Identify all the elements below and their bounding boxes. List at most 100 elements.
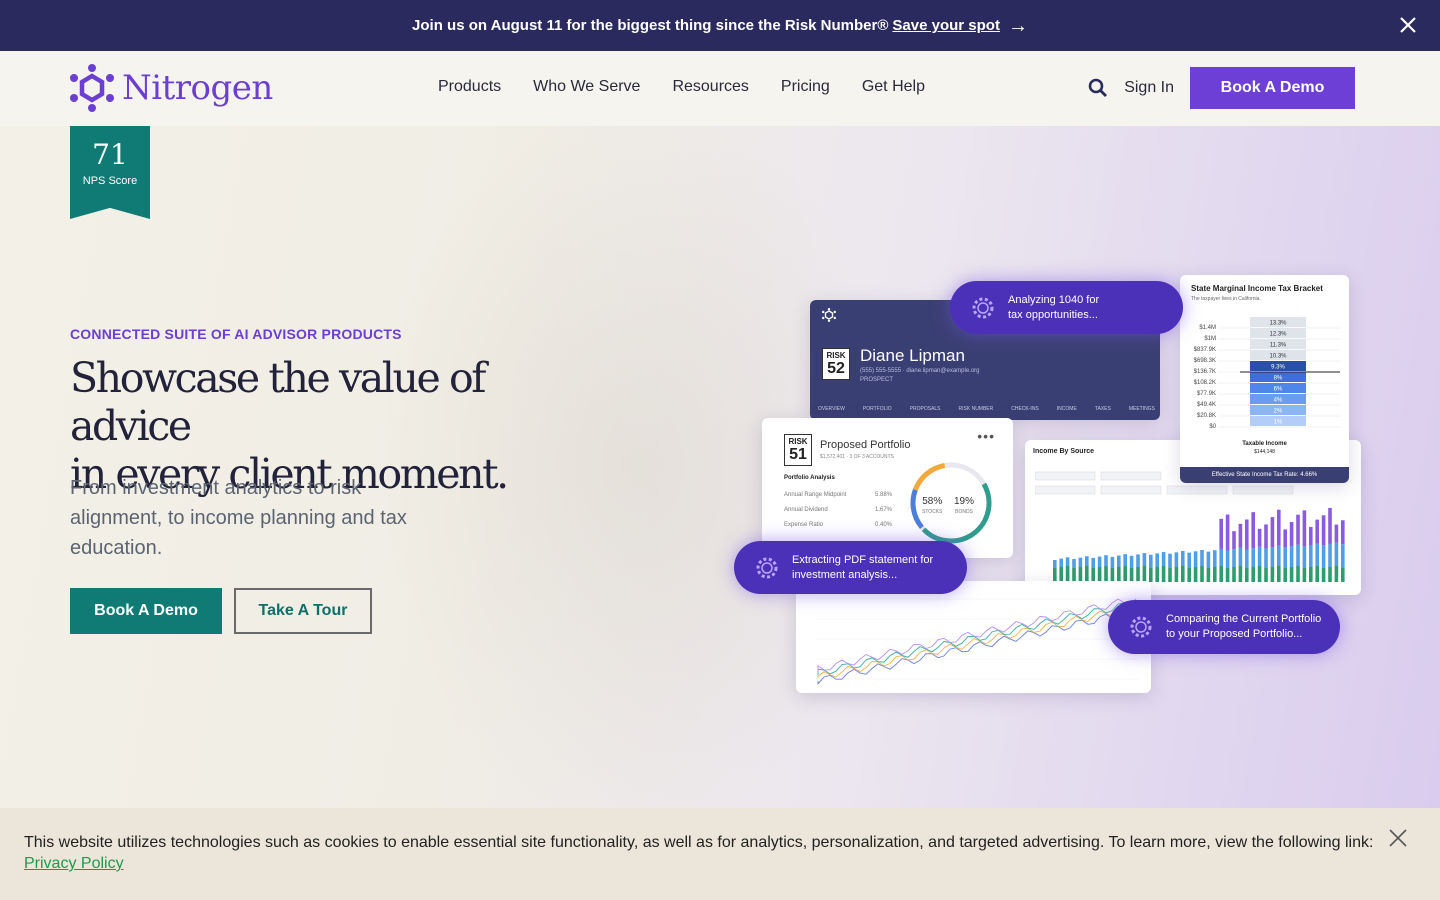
- income-bar-green: [1270, 567, 1275, 582]
- income-bar-green: [1097, 567, 1102, 582]
- tab-risk-number: RISK NUMBER: [958, 406, 994, 412]
- tab-proposals: PROPOSALS: [909, 406, 941, 412]
- income-bar-blue: [1053, 560, 1057, 568]
- book-demo-nav-button[interactable]: Book A Demo: [1190, 67, 1355, 109]
- logo-text: Nitrogen: [122, 68, 273, 108]
- row-label: Expense Ratio: [784, 522, 824, 528]
- income-bar-blue: [1257, 546, 1262, 566]
- income-bar-purple: [1283, 529, 1287, 548]
- taxable-value: $144,148: [1254, 449, 1275, 455]
- nitrogen-logo[interactable]: Nitrogen: [70, 63, 273, 113]
- income-bar-green: [1161, 566, 1166, 582]
- portfolio-risk-badge: RISK 51: [784, 434, 812, 466]
- nav-products[interactable]: Products: [438, 78, 501, 96]
- tax-rate-label: 4%: [1274, 398, 1283, 404]
- income-bar-blue: [1270, 547, 1275, 567]
- save-spot-link[interactable]: Save your spot: [892, 17, 1000, 34]
- income-bar-green: [1257, 566, 1262, 582]
- pill-line: Comparing the Current Portfolio: [1166, 613, 1322, 625]
- tax-bracket-card: State Marginal Income Tax Bracket The ta…: [1180, 275, 1349, 483]
- tab-taxes: TAXES: [1094, 406, 1111, 412]
- tab-check-ins: CHECK-INS: [1011, 406, 1039, 412]
- book-demo-button[interactable]: Book A Demo: [70, 588, 222, 634]
- arrow-right-icon[interactable]: →: [1008, 16, 1028, 36]
- income-bar-green: [1328, 567, 1332, 582]
- nav-who-we-serve[interactable]: Who We Serve: [533, 78, 640, 96]
- tax-rate-label: 12.3%: [1269, 332, 1287, 338]
- income-bar-green: [1149, 568, 1153, 582]
- income-filter-chip: [1035, 485, 1096, 495]
- income-bar-purple: [1225, 514, 1230, 551]
- income-bar-blue: [1181, 551, 1185, 566]
- income-bar-green: [1053, 568, 1057, 582]
- income-bar-blue: [1238, 547, 1243, 566]
- client-risk-badge: RISK 52: [822, 348, 850, 380]
- income-bar-blue: [1123, 554, 1127, 566]
- nav-resources[interactable]: Resources: [672, 78, 748, 96]
- income-bar-purple: [1219, 518, 1223, 549]
- headline-line-1: Showcase the value of advice: [70, 354, 486, 450]
- income-bar-blue: [1161, 552, 1166, 566]
- income-bar-green: [1123, 566, 1127, 582]
- income-bar-green: [1232, 567, 1236, 582]
- income-bar-purple: [1309, 527, 1313, 545]
- income-bar-blue: [1251, 548, 1255, 567]
- tax-rate-label: 10.3%: [1269, 354, 1287, 360]
- income-bar-blue: [1302, 546, 1307, 568]
- tax-income-label: $49.4K: [1197, 402, 1216, 408]
- ai-gear-icon: [972, 297, 994, 318]
- pill-line: tax opportunities...: [1008, 308, 1098, 321]
- income-bar-green: [1059, 567, 1063, 582]
- perf-series-line: [817, 598, 1137, 672]
- portfolio-meta: $1,572,401 · 3 OF 3 ACCOUNTS: [820, 454, 894, 460]
- tax-rate-label: 2%: [1274, 409, 1283, 415]
- stocks-pct: 58% STOCKS: [922, 496, 942, 515]
- income-bar-blue: [1334, 542, 1339, 566]
- income-bar-blue: [1328, 543, 1332, 567]
- ai-gear-icon: [1130, 616, 1152, 638]
- income-bar-purple: [1245, 519, 1249, 550]
- tax-income-label: $20.8K: [1197, 413, 1216, 419]
- income-filter-chip: [1232, 485, 1294, 495]
- tax-subtitle: The taxpayer lives in California.: [1191, 296, 1261, 302]
- income-bar-green: [1091, 568, 1095, 582]
- ai-status-pill: Comparing the Current Portfolio to your …: [1108, 600, 1340, 654]
- income-bar-green: [1187, 568, 1191, 582]
- cookie-banner: This website utilizes technologies such …: [0, 808, 1440, 900]
- tax-rate-label: 9.3%: [1271, 365, 1285, 371]
- sign-in-link[interactable]: Sign In: [1124, 79, 1174, 97]
- announcement-text: Join us on August 11 for the biggest thi…: [412, 17, 889, 34]
- nav-pricing[interactable]: Pricing: [781, 78, 830, 96]
- take-tour-button[interactable]: Take A Tour: [234, 588, 372, 634]
- search-icon[interactable]: [1088, 78, 1108, 98]
- proposed-portfolio-card: RISK 51 Proposed Portfolio $1,572,401 · …: [762, 418, 1013, 558]
- pill-text: Analyzing 1040 for tax opportunities...: [1008, 293, 1099, 323]
- income-bar-purple: [1341, 520, 1345, 545]
- income-bar-green: [1277, 566, 1281, 582]
- cookie-close-icon[interactable]: [1388, 828, 1408, 848]
- tax-income-label: $77.9K: [1197, 391, 1216, 397]
- performance-chart: [816, 598, 1141, 685]
- tax-bracket-chart: 13.3% 12.3% 11.3% 10.3% 9.3% 8% 6% 4% 2% 1% $1.4M $…: [1194, 317, 1340, 430]
- bonds-pct: 19% BONDS: [954, 496, 974, 515]
- income-filter-chip: [1166, 485, 1228, 495]
- income-bar-blue: [1232, 549, 1236, 567]
- portfolio-risk-number: 51: [789, 446, 807, 463]
- pill-line: to your Proposed Portfolio...: [1166, 628, 1303, 640]
- income-bar-green: [1072, 568, 1076, 582]
- nav-get-help[interactable]: Get Help: [862, 78, 925, 96]
- close-icon[interactable]: [1396, 13, 1420, 37]
- taxable-label: Taxable Income: [1242, 441, 1287, 447]
- income-filter-chip: [1100, 471, 1162, 481]
- portfolio-row: Annual Range Midpoint 5.88%: [784, 492, 892, 498]
- ai-gear-icon: [756, 557, 778, 578]
- tax-income-label: $698.3K: [1194, 358, 1216, 364]
- stocks-value: 58%: [922, 496, 943, 507]
- privacy-policy-link[interactable]: Privacy Policy: [24, 855, 124, 872]
- bonds-value: 19%: [954, 496, 975, 507]
- row-value: 1.67%: [874, 507, 892, 513]
- tax-income-label: $0: [1209, 424, 1216, 430]
- income-bar-purple: [1315, 519, 1319, 544]
- income-title: Income By Source: [1033, 448, 1095, 455]
- tab-portfolio: PORTFOLIO: [862, 406, 892, 412]
